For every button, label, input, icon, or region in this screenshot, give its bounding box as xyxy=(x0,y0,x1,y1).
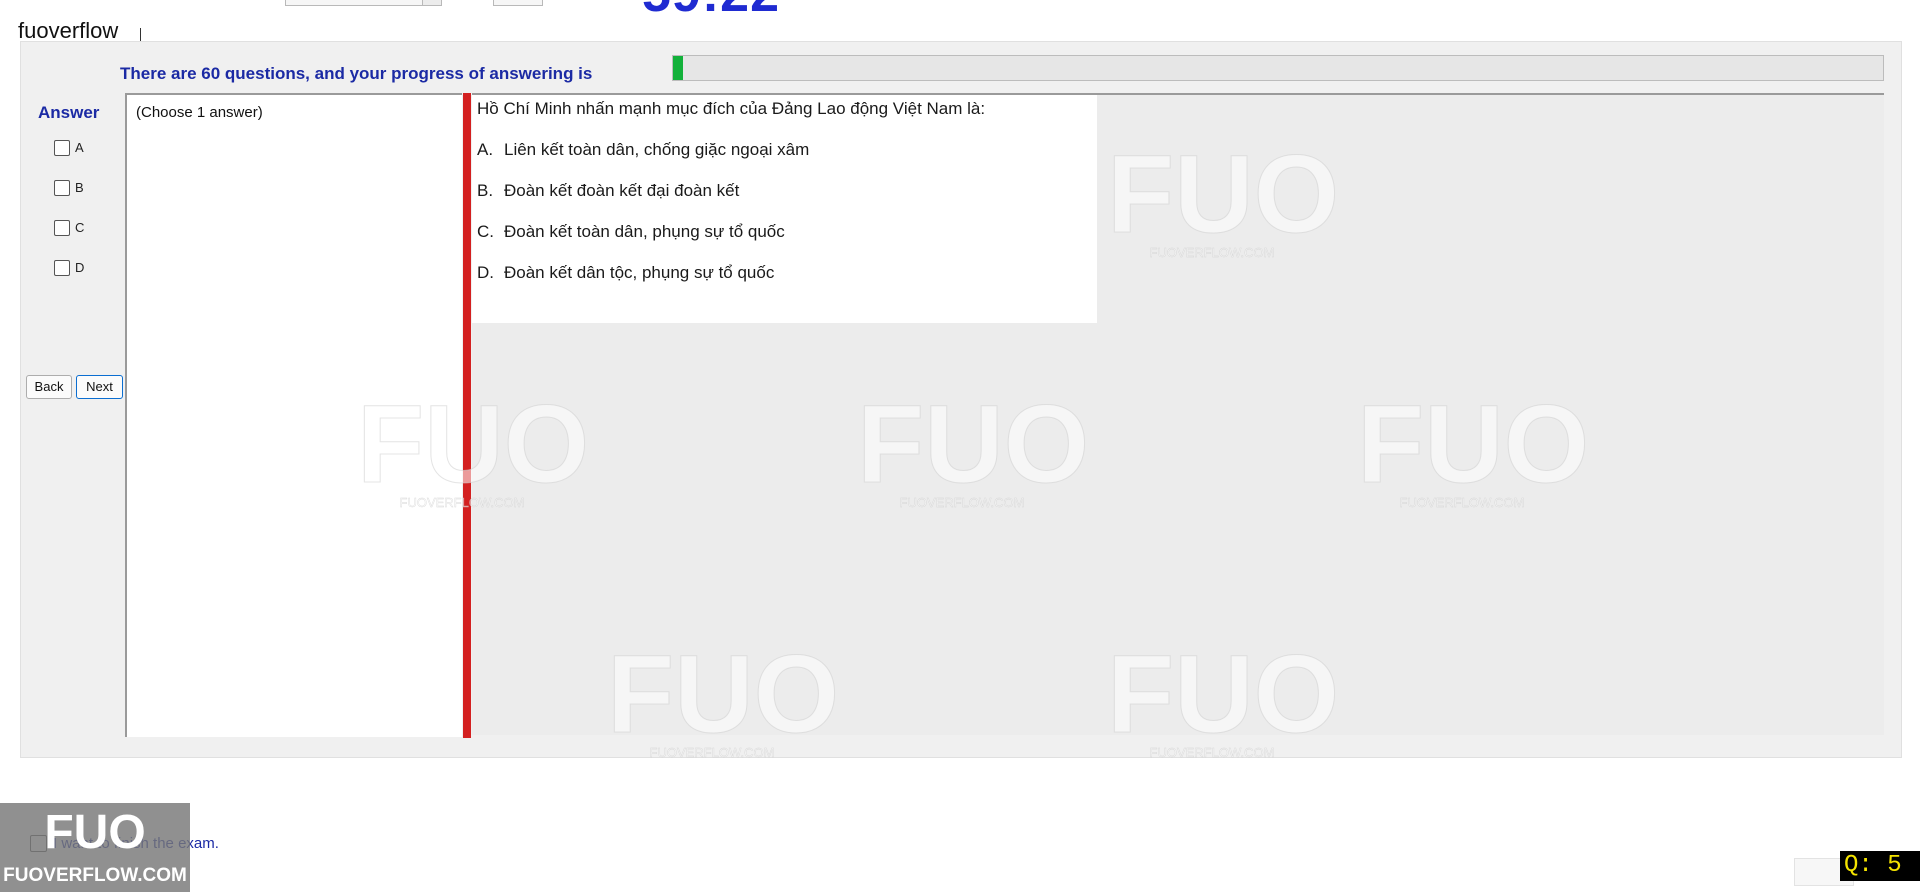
back-button[interactable]: Back xyxy=(26,375,72,399)
question-option-d: D. Đoàn kết dân tộc, phụng sự tổ quốc xyxy=(477,263,775,282)
question-box: Hồ Chí Minh nhấn mạnh mục đích của Đảng … xyxy=(472,95,1097,323)
watermark: FUO FUOVERFLOW.COM xyxy=(607,633,840,760)
checkbox[interactable] xyxy=(54,259,70,276)
question-number-indicator: Q: 5 xyxy=(1840,851,1920,881)
fuo-logo-badge: FUO FUOVERFLOW.COM xyxy=(0,803,190,892)
countdown-timer: 59:22 xyxy=(642,0,780,24)
question-option-a: A. Liên kết toàn dân, chống giặc ngoại xâ… xyxy=(477,140,810,159)
answer-option-b[interactable]: B xyxy=(54,179,84,197)
progress-bar xyxy=(672,55,1884,81)
answer-option-d[interactable]: D xyxy=(54,259,84,277)
watermark: FUO FUOVERFLOW.COM xyxy=(1107,633,1340,760)
progress-label: There are 60 questions, and your progres… xyxy=(120,64,593,83)
watermark: FUO FUOVERFLOW.COM xyxy=(1357,383,1590,510)
font-size-field[interactable] xyxy=(493,0,543,6)
exam-code-dropdown[interactable] xyxy=(285,0,442,6)
dropdown-arrow-icon[interactable] xyxy=(422,0,441,5)
question-option-b: B. Đoàn kết đoàn kết đại đoàn kết xyxy=(477,181,740,200)
choose-hint: (Choose 1 answer) xyxy=(136,104,263,121)
watermark: FUO FUOVERFLOW.COM xyxy=(857,383,1090,510)
checkbox[interactable] xyxy=(54,179,70,196)
answer-option-a[interactable]: A xyxy=(54,139,84,157)
next-button[interactable]: Next xyxy=(76,375,123,399)
question-text: Hồ Chí Minh nhấn mạnh mục đích của Đảng … xyxy=(477,99,986,118)
answer-title: Answer xyxy=(38,103,100,122)
progress-bar-fill xyxy=(673,56,684,80)
checkbox[interactable] xyxy=(54,139,70,156)
watermark: FUO FUOVERFLOW.COM xyxy=(1107,133,1340,260)
watermark: FUO FUOVERFLOW.COM xyxy=(357,383,590,510)
checkbox[interactable] xyxy=(54,219,70,236)
answer-option-c[interactable]: C xyxy=(54,219,84,237)
question-option-c: C. Đoàn kết toàn dân, phụng sự tổ quốc xyxy=(477,222,785,241)
